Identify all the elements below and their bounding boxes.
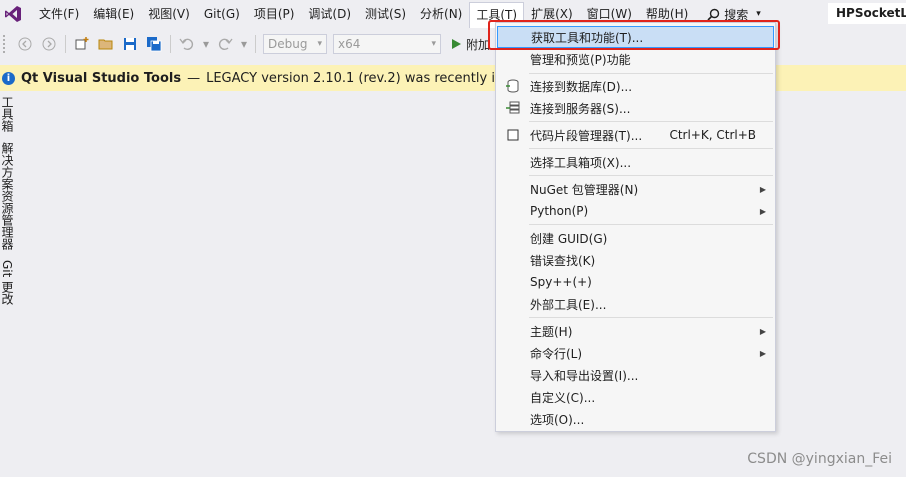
menu-separator <box>529 73 773 74</box>
menu-test[interactable]: 测试(S) <box>358 1 413 27</box>
platform-select[interactable]: x64 ▾ <box>333 34 441 54</box>
chevron-right-icon: ▶ <box>759 184 766 194</box>
menu-item-label: 代码片段管理器(T)... <box>530 128 643 143</box>
menu-separator <box>529 148 773 149</box>
toolbar-separator <box>255 35 256 53</box>
menu-item-manage-preview-features[interactable]: 管理和预览(P)功能 <box>497 48 774 70</box>
search-icon <box>707 8 720 21</box>
navigate-forward-icon[interactable] <box>39 34 59 54</box>
menu-item-external-tools[interactable]: 外部工具(E)... <box>497 293 774 315</box>
attach-run-button[interactable]: 附加 <box>450 36 490 53</box>
menu-item-spy-plus-plus[interactable]: Spy++(+) <box>497 271 774 293</box>
info-bar-dash: — <box>187 70 201 86</box>
menu-separator <box>529 175 773 176</box>
side-tab-strip: 工具箱 解决方案资源管理器 Git 更改 <box>0 96 16 315</box>
play-icon <box>452 39 461 49</box>
server-connect-icon <box>501 100 525 116</box>
platform-value: x64 <box>338 37 361 51</box>
menu-item-import-export-settings[interactable]: 导入和导出设置(I)... <box>497 364 774 386</box>
configuration-value: Debug <box>268 37 308 51</box>
toolbar-separator <box>65 35 66 53</box>
menu-item-connect-server[interactable]: 连接到服务器(S)... <box>497 97 774 119</box>
open-folder-icon[interactable] <box>96 34 116 54</box>
undo-icon[interactable] <box>177 34 197 54</box>
menu-item-label: 命令行(L) <box>530 346 583 361</box>
watermark-text: CSDN @yingxian_Fei <box>747 451 892 467</box>
menu-item-label: 管理和预览(P)功能 <box>530 52 631 67</box>
chevron-down-icon: ▾ <box>756 9 761 19</box>
menu-edit[interactable]: 编辑(E) <box>86 1 141 27</box>
menu-item-label: 创建 GUID(G) <box>530 231 608 246</box>
tools-menu-dropdown: 获取工具和功能(T)... 管理和预览(P)功能 连接到数据库(D)... 连接… <box>495 22 776 432</box>
toolbar-separator <box>170 35 171 53</box>
menu-item-shortcut: Ctrl+K, Ctrl+B <box>669 128 756 142</box>
menu-item-label: 连接到数据库(D)... <box>530 79 633 94</box>
side-tab-toolbox[interactable]: 工具箱 <box>0 96 14 132</box>
menu-file[interactable]: 文件(F) <box>32 1 86 27</box>
toolbar-grip[interactable] <box>2 34 7 54</box>
menu-project[interactable]: 项目(P) <box>247 1 302 27</box>
highlight-callout-box <box>488 20 780 50</box>
chevron-down-icon: ▾ <box>317 39 322 49</box>
menu-item-label: 错误查找(K) <box>530 253 596 268</box>
menu-item-label: 连接到服务器(S)... <box>530 101 631 116</box>
menu-item-label: 选择工具箱项(X)... <box>530 155 632 170</box>
configuration-select[interactable]: Debug ▾ <box>263 34 327 54</box>
run-label: 附加 <box>466 37 491 52</box>
new-project-icon[interactable] <box>72 34 92 54</box>
menu-item-connect-database[interactable]: 连接到数据库(D)... <box>497 75 774 97</box>
menu-item-python[interactable]: Python(P) ▶ <box>497 200 774 222</box>
info-icon: i <box>2 71 15 85</box>
chevron-right-icon: ▶ <box>759 348 766 358</box>
menu-item-label: NuGet 包管理器(N) <box>530 182 639 197</box>
menu-item-choose-toolbox-items[interactable]: 选择工具箱项(X)... <box>497 151 774 173</box>
menu-item-label: 自定义(C)... <box>530 390 596 405</box>
save-icon[interactable] <box>120 34 140 54</box>
menu-git[interactable]: Git(G) <box>197 1 247 27</box>
snippet-icon <box>501 128 525 142</box>
chevron-down-icon: ▾ <box>431 39 436 49</box>
menu-item-label: Python(P) <box>530 204 589 218</box>
menu-item-customize[interactable]: 自定义(C)... <box>497 386 774 408</box>
menu-separator <box>529 121 773 122</box>
menu-item-create-guid[interactable]: 创建 GUID(G) <box>497 227 774 249</box>
visual-studio-logo-icon[interactable] <box>2 3 24 25</box>
menu-item-error-lookup[interactable]: 错误查找(K) <box>497 249 774 271</box>
info-bar-title: Qt Visual Studio Tools <box>21 70 182 86</box>
menu-item-options[interactable]: 选项(O)... <box>497 408 774 430</box>
navigate-back-icon[interactable] <box>15 34 35 54</box>
menu-view[interactable]: 视图(V) <box>141 1 197 27</box>
project-title: HPSocketL <box>828 3 906 24</box>
menu-analyze[interactable]: 分析(N) <box>413 1 469 27</box>
redo-icon[interactable] <box>215 34 235 54</box>
menu-item-label: Spy++(+) <box>530 275 592 289</box>
menu-item-label: 主题(H) <box>530 324 573 339</box>
undo-dropdown-icon[interactable]: ▾ <box>201 34 211 54</box>
menu-item-command-line[interactable]: 命令行(L) ▶ <box>497 342 774 364</box>
menu-separator <box>529 224 773 225</box>
database-connect-icon <box>501 78 525 94</box>
chevron-right-icon: ▶ <box>759 326 766 336</box>
menu-item-nuget-package-manager[interactable]: NuGet 包管理器(N) ▶ <box>497 178 774 200</box>
menu-item-code-snippets-manager[interactable]: 代码片段管理器(T)... Ctrl+K, Ctrl+B <box>497 124 774 146</box>
menu-separator <box>529 317 773 318</box>
chevron-right-icon: ▶ <box>759 206 766 216</box>
redo-dropdown-icon[interactable]: ▾ <box>239 34 249 54</box>
menu-item-label: 选项(O)... <box>530 412 585 427</box>
side-tab-solution-explorer[interactable]: 解决方案资源管理器 <box>0 142 14 250</box>
menu-item-label: 导入和导出设置(I)... <box>530 368 639 383</box>
menu-debug[interactable]: 调试(D) <box>301 1 358 27</box>
menu-item-theme[interactable]: 主题(H) ▶ <box>497 320 774 342</box>
side-tab-git-changes[interactable]: Git 更改 <box>0 260 14 305</box>
save-all-icon[interactable] <box>144 34 164 54</box>
menu-item-label: 外部工具(E)... <box>530 297 607 312</box>
